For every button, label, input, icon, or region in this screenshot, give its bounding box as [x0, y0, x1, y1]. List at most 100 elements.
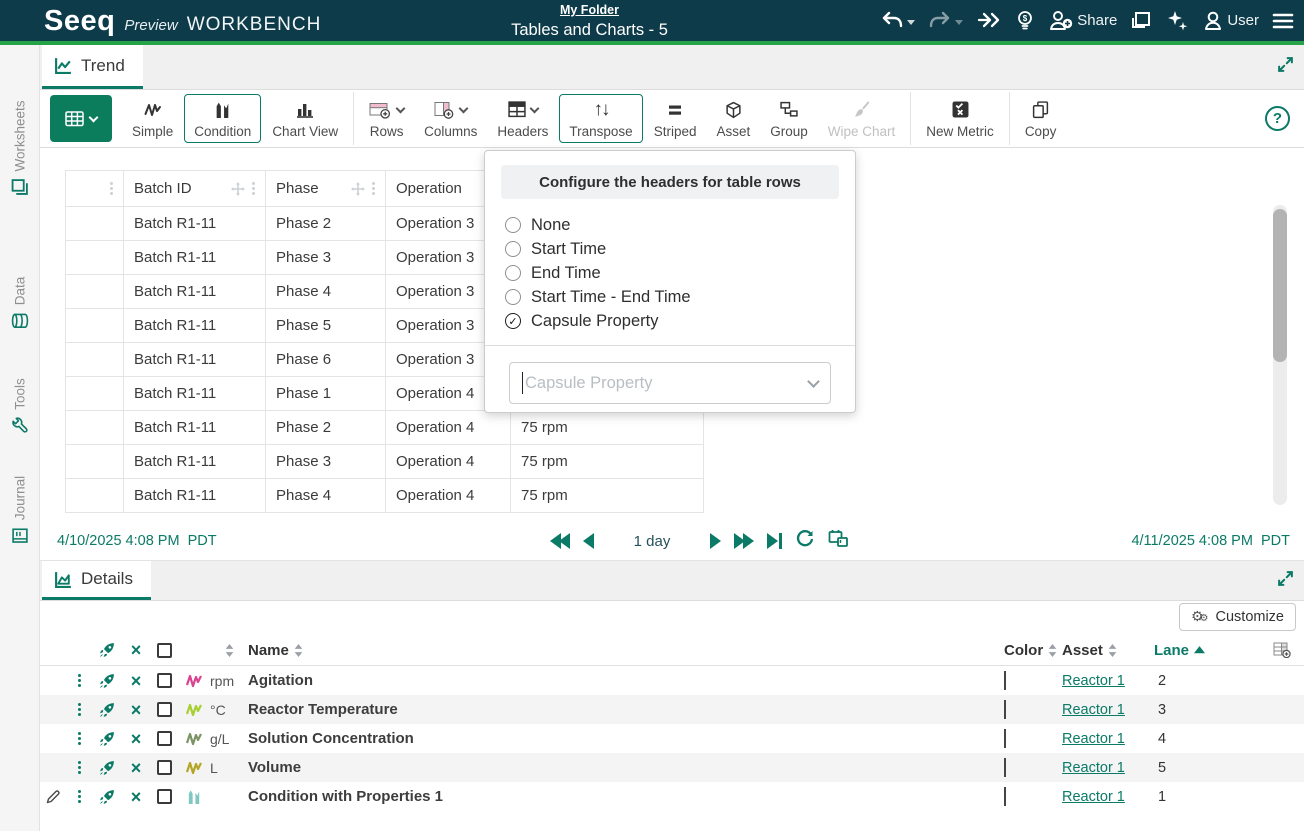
rocket-icon[interactable] — [92, 673, 122, 689]
sort-name-icon[interactable] — [294, 644, 303, 657]
name-column-header[interactable]: Name — [248, 642, 289, 659]
help-button[interactable]: ? — [1265, 106, 1290, 131]
radio-icon[interactable] — [505, 289, 521, 305]
column-menu-icon[interactable] — [110, 182, 113, 195]
sidebar-item-tools[interactable]: Tools — [0, 358, 40, 453]
condition-table-button[interactable]: Condition — [184, 94, 261, 143]
customize-button[interactable]: ⚙⚙ Customize — [1179, 603, 1296, 631]
rocket-column-icon[interactable] — [92, 642, 122, 658]
header-cell-phase[interactable]: Phase — [266, 171, 386, 207]
range-end[interactable]: 4/11/2025 4:08 PM PDT — [1131, 533, 1290, 549]
row-menu-icon[interactable] — [78, 732, 81, 745]
rocket-icon[interactable] — [92, 702, 122, 718]
worksheets-panel-icon[interactable] — [1130, 10, 1152, 32]
share-button[interactable]: Share — [1048, 10, 1117, 31]
radio-option-start-time[interactable]: Start Time — [505, 237, 839, 261]
details-row[interactable]: × g/L Solution Concentration Reactor 1 4 — [40, 724, 1304, 753]
row-checkbox[interactable] — [157, 673, 172, 688]
details-row[interactable]: × rpm Agitation Reactor 1 2 — [40, 666, 1304, 695]
radio-option-start-end-time[interactable]: Start Time - End Time — [505, 285, 839, 309]
asset-link[interactable]: Reactor 1 — [1062, 760, 1125, 776]
tab-details[interactable]: Details — [42, 561, 151, 600]
table-row[interactable]: Batch R1-11Phase 2Operation 475 rpm — [66, 411, 704, 445]
breadcrumb[interactable]: My Folder — [560, 3, 619, 17]
simple-table-button[interactable]: Simple — [123, 94, 182, 143]
redo-caret-icon[interactable] — [955, 20, 963, 25]
move-column-icon[interactable] — [351, 182, 365, 196]
add-column-icon[interactable] — [1260, 642, 1304, 658]
chart-view-button[interactable]: Chart View — [263, 94, 347, 143]
transpose-button[interactable]: ↑↓ Transpose — [559, 94, 642, 143]
step-back-half-icon[interactable] — [583, 533, 594, 549]
item-name[interactable]: Agitation — [248, 672, 1004, 689]
sort-asset-icon[interactable] — [1108, 644, 1117, 657]
headers-button[interactable]: Headers — [488, 94, 557, 143]
select-all-checkbox[interactable] — [157, 643, 172, 658]
rocket-icon[interactable] — [92, 731, 122, 747]
color-column-header[interactable]: Color — [1004, 642, 1043, 659]
ideas-lightbulb-icon[interactable]: $ — [1015, 10, 1035, 32]
remove-icon[interactable]: × — [122, 730, 150, 748]
ai-sparkles-icon[interactable] — [1165, 9, 1189, 33]
color-swatch[interactable] — [1004, 787, 1006, 806]
radio-icon[interactable] — [505, 265, 521, 281]
radio-option-none[interactable]: None — [505, 213, 839, 237]
asset-link[interactable]: Reactor 1 — [1062, 673, 1125, 689]
radio-icon[interactable] — [505, 217, 521, 233]
sort-unit-icon[interactable] — [210, 644, 248, 657]
row-checkbox[interactable] — [157, 731, 172, 746]
details-row[interactable]: × °C Reactor Temperature Reactor 1 3 — [40, 695, 1304, 724]
table-view-dropdown-button[interactable] — [50, 95, 112, 142]
remove-icon[interactable]: × — [122, 701, 150, 719]
sort-lane-ascending-icon[interactable] — [1194, 646, 1205, 654]
rocket-icon[interactable] — [92, 760, 122, 776]
row-menu-icon[interactable] — [78, 703, 81, 716]
asset-column-header[interactable]: Asset — [1062, 642, 1103, 659]
row-menu-icon[interactable] — [78, 790, 81, 803]
step-to-now-icon[interactable] — [767, 533, 782, 549]
user-menu[interactable]: User — [1202, 10, 1259, 32]
radio-option-end-time[interactable]: End Time — [505, 261, 839, 285]
column-menu-icon[interactable] — [252, 182, 255, 195]
step-forward-half-icon[interactable] — [710, 533, 721, 549]
new-metric-button[interactable]: New Metric — [917, 94, 1003, 143]
step-forward-full-icon[interactable] — [735, 533, 753, 549]
move-column-icon[interactable] — [231, 182, 245, 196]
scrollbar-thumb[interactable] — [1273, 209, 1287, 362]
expand-details-icon[interactable] — [1277, 570, 1294, 592]
remove-column-icon[interactable]: × — [122, 641, 150, 659]
undo-button[interactable] — [880, 11, 915, 30]
item-name[interactable]: Reactor Temperature — [248, 701, 1004, 718]
column-menu-icon[interactable] — [372, 182, 375, 195]
duration-label[interactable]: 1 day — [634, 533, 671, 550]
refresh-icon[interactable] — [796, 530, 814, 553]
fast-forward-icon[interactable] — [976, 11, 1002, 30]
edit-pencil-icon[interactable] — [40, 789, 66, 804]
group-button[interactable]: Group — [761, 94, 817, 143]
undo-caret-icon[interactable] — [907, 20, 915, 25]
radio-option-capsule-property[interactable]: ✓Capsule Property — [505, 309, 839, 333]
color-swatch[interactable] — [1004, 671, 1006, 690]
remove-icon[interactable]: × — [122, 759, 150, 777]
seeq-logo[interactable]: Seeq Preview WORKBENCH — [44, 5, 321, 38]
redo-button[interactable] — [928, 11, 963, 30]
table-row[interactable]: Batch R1-11Phase 4Operation 475 rpm — [66, 479, 704, 513]
copy-button[interactable]: Copy — [1016, 94, 1066, 143]
asset-link[interactable]: Reactor 1 — [1062, 731, 1125, 747]
radio-checked-icon[interactable]: ✓ — [505, 313, 521, 329]
color-swatch[interactable] — [1004, 729, 1006, 748]
row-checkbox[interactable] — [157, 760, 172, 775]
sidebar-item-journal[interactable]: Journal — [0, 460, 40, 560]
rocket-icon[interactable] — [92, 789, 122, 805]
details-row[interactable]: × Condition with Properties 1 Reactor 1 … — [40, 782, 1304, 811]
color-swatch[interactable] — [1004, 758, 1006, 777]
sidebar-item-data[interactable]: Data — [0, 250, 40, 355]
sidebar-item-worksheets[interactable]: Worksheets — [0, 60, 40, 235]
row-menu-icon[interactable] — [78, 674, 81, 687]
item-name[interactable]: Condition with Properties 1 — [248, 788, 1004, 805]
row-checkbox[interactable] — [157, 789, 172, 804]
sort-color-icon[interactable] — [1048, 644, 1057, 657]
striped-button[interactable]: Striped — [645, 94, 706, 143]
row-checkbox[interactable] — [157, 702, 172, 717]
tab-trend[interactable]: Trend — [42, 45, 143, 89]
